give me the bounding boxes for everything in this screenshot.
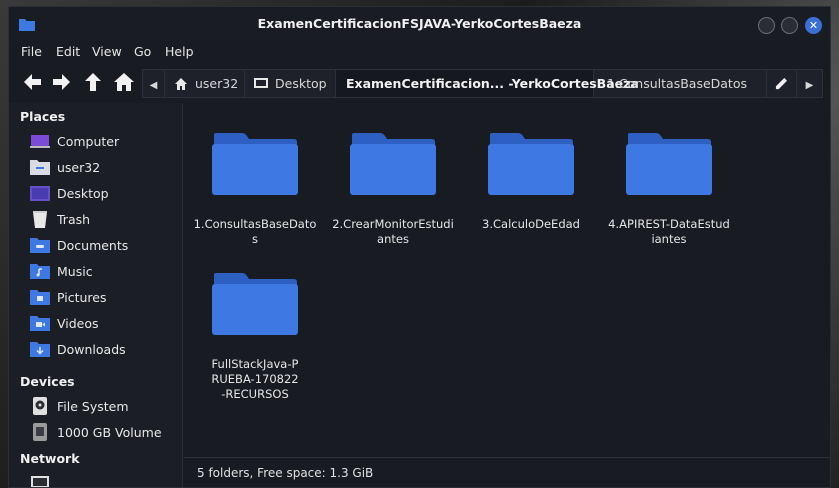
music-folder-icon — [30, 264, 50, 279]
crumb-label: 1.ConsultasBaseDatos — [607, 76, 747, 91]
crumb-user32[interactable]: user32 — [165, 70, 245, 97]
up-arrow-icon[interactable] — [82, 71, 104, 93]
chevron-left-icon: ◀ — [149, 80, 158, 91]
home-folder-icon — [30, 160, 50, 175]
sidebar-item-1000gb-volume[interactable]: 1000 GB Volume — [9, 419, 182, 445]
folder-view: 1.ConsultasBaseDatos 2.CrearMonitorEstud… — [184, 103, 830, 457]
sidebar-item-desktop[interactable]: Desktop — [9, 180, 182, 206]
sidebar-item-label: Documents — [57, 238, 129, 253]
sidebar-item-file-system[interactable]: File System — [9, 393, 182, 419]
sidebar-item-label: user32 — [57, 160, 101, 175]
sidebar-item-label: Videos — [57, 316, 99, 331]
crumb-desktop[interactable]: Desktop — [245, 70, 336, 97]
sidebar-item-label: Computer — [57, 134, 120, 149]
pencil-icon — [775, 77, 788, 90]
back-arrow-icon[interactable] — [21, 71, 43, 93]
section-header-devices: Devices — [20, 374, 75, 389]
minimize-button[interactable] — [758, 17, 775, 34]
folder-icon — [488, 133, 574, 195]
sidebar: Places Computer user32 Desktop Trash Doc… — [9, 103, 183, 487]
sidebar-item-documents[interactable]: Documents — [9, 232, 182, 258]
close-button[interactable]: ✕ — [805, 17, 822, 34]
crumb-consultas[interactable]: 1.ConsultasBaseDatos — [594, 70, 767, 97]
documents-folder-icon — [30, 238, 50, 253]
status-text: 5 folders, Free space: 1.3 GiB — [197, 466, 374, 480]
crumb-label: Desktop — [275, 76, 327, 91]
sidebar-item-pictures[interactable]: Pictures — [9, 284, 182, 310]
folder-label: 4.APIREST-DataEstudiantes — [608, 217, 730, 246]
folder-icon — [212, 133, 298, 195]
drive-icon — [33, 423, 47, 441]
status-bar: 5 folders, Free space: 1.3 GiB — [184, 457, 830, 487]
edit-location-button[interactable] — [767, 70, 797, 97]
sidebar-item-label: Desktop — [57, 186, 109, 201]
sidebar-item-label: Downloads — [57, 342, 126, 357]
path-scroll-left-button[interactable]: ◀ — [143, 70, 165, 97]
folder-item[interactable]: FullStackJava-PRUEBA-170822-RECURSOS — [189, 273, 321, 402]
home-icon — [175, 78, 187, 90]
crumb-current-folder[interactable]: ExamenCertificacion... -YerkoCortesBaeza — [336, 70, 639, 97]
section-header-places: Places — [20, 109, 66, 124]
videos-folder-icon — [30, 316, 50, 331]
folder-label: 2.CrearMonitorEstudiantes — [332, 217, 454, 246]
folder-icon — [350, 133, 436, 195]
folder-item[interactable]: 3.CalculoDeEdad — [465, 133, 597, 232]
menu-file[interactable]: File — [21, 44, 42, 59]
drive-icon — [33, 397, 47, 415]
sidebar-item-label: Music — [57, 264, 93, 279]
downloads-folder-icon — [30, 342, 50, 357]
sidebar-item-label: File System — [57, 399, 129, 414]
folder-icon — [626, 133, 712, 195]
close-icon: ✕ — [808, 19, 819, 32]
chevron-right-icon: ▶ — [805, 80, 814, 91]
sidebar-item-computer[interactable]: Computer — [9, 128, 182, 154]
desktop-icon — [30, 186, 50, 201]
file-manager-window: ExamenCertificacionFSJAVA-YerkoCortesBae… — [8, 6, 831, 488]
trash-icon — [33, 211, 47, 228]
sidebar-item-label: Pictures — [57, 290, 107, 305]
forward-arrow-icon[interactable] — [51, 71, 73, 93]
menu-edit[interactable]: Edit — [56, 44, 80, 59]
folder-item[interactable]: 1.ConsultasBaseDatos — [189, 133, 321, 247]
section-header-network: Network — [20, 451, 80, 466]
menu-bar: File Edit View Go Help — [9, 41, 830, 63]
menu-go[interactable]: Go — [134, 44, 151, 59]
network-icon — [31, 476, 49, 487]
folder-icon — [212, 273, 298, 335]
sidebar-item-music[interactable]: Music — [9, 258, 182, 284]
folder-label: FullStackJava-PRUEBA-170822-RECURSOS — [211, 357, 299, 401]
home-icon[interactable] — [113, 71, 135, 93]
sidebar-item-user32[interactable]: user32 — [9, 154, 182, 180]
sidebar-item-trash[interactable]: Trash — [9, 206, 182, 232]
menu-view[interactable]: View — [92, 44, 122, 59]
sidebar-item-label: Trash — [57, 212, 91, 227]
computer-icon — [30, 135, 50, 148]
title-bar[interactable]: ExamenCertificacionFSJAVA-YerkoCortesBae… — [9, 7, 830, 41]
sidebar-item-browse-network[interactable] — [9, 470, 182, 487]
window-title: ExamenCertificacionFSJAVA-YerkoCortesBae… — [257, 16, 582, 31]
menu-help[interactable]: Help — [165, 44, 194, 59]
desktop-icon — [254, 78, 268, 88]
pictures-folder-icon — [30, 290, 50, 305]
path-scroll-right-button[interactable]: ▶ — [797, 70, 822, 97]
sidebar-item-label: 1000 GB Volume — [57, 425, 162, 440]
folder-label: 3.CalculoDeEdad — [482, 217, 580, 231]
folder-label: 1.ConsultasBaseDatos — [193, 217, 317, 246]
sidebar-item-downloads[interactable]: Downloads — [9, 336, 182, 362]
folder-item[interactable]: 4.APIREST-DataEstudiantes — [603, 133, 735, 247]
sidebar-item-videos[interactable]: Videos — [9, 310, 182, 336]
folder-item[interactable]: 2.CrearMonitorEstudiantes — [327, 133, 459, 247]
crumb-label: user32 — [195, 76, 239, 91]
maximize-button[interactable] — [781, 17, 798, 34]
toolbar: ◀ user32 Desktop ExamenCertificacion... … — [9, 63, 830, 103]
path-bar: ◀ user32 Desktop ExamenCertificacion... … — [142, 69, 823, 98]
